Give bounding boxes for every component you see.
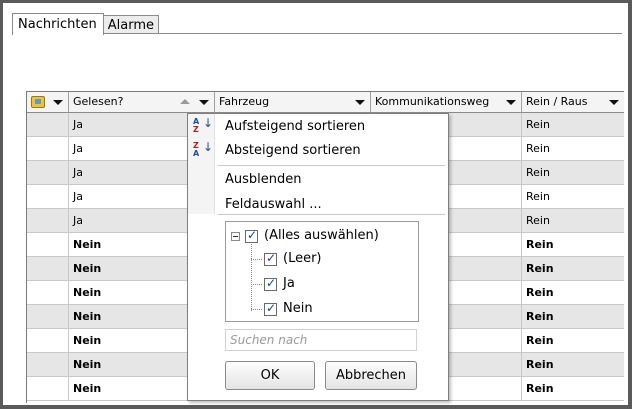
rein-raus-cell: Rein [522,377,624,401]
column-chooser-header[interactable] [27,92,69,113]
rein-raus-cell: Rein [522,233,624,257]
row-selector-cell [27,161,69,185]
rein-raus-cell: Rein [522,185,624,209]
filter-search-input[interactable]: Suchen nach [225,329,417,351]
column-header-label: Kommunikationsweg [375,95,490,108]
row-selector-cell [27,113,69,137]
column-header-label: Fahrzeug [219,95,270,108]
menu-item-label: Aufsteigend sortieren [225,119,366,134]
filter-checkbox-leer[interactable] [264,251,277,266]
cancel-button[interactable]: Abbrechen [325,361,417,390]
column-header-label: Rein / Raus [526,95,588,108]
filter-dropdown-icon[interactable] [355,100,365,105]
select-all-label: (Alles auswählen) [264,228,379,243]
tab-bar: Nachrichten Alarme [12,13,160,35]
row-selector-cell [27,185,69,209]
filter-item-label: Ja [283,276,295,291]
filter-checkbox-ja[interactable] [264,276,277,291]
rein-raus-cell: Rein [522,257,624,281]
hide-column-item[interactable]: Ausblenden [188,168,448,191]
column-header-fahrzeug[interactable]: Fahrzeug [215,92,371,113]
filter-item-label: (Leer) [283,251,322,266]
rein-raus-cell: Rein [522,161,624,185]
rein-raus-cell: Rein [522,113,624,137]
menu-item-label: Feldauswahl ... [225,197,322,212]
filter-checkbox-nein[interactable] [264,301,277,316]
rein-raus-cell: Rein [522,137,624,161]
filter-dropdown-icon[interactable] [506,100,516,105]
tree-line [251,259,262,260]
tree-line [251,284,262,285]
tab-alarme[interactable]: Alarme [103,15,160,34]
row-selector-cell [27,353,69,377]
row-selector-cell [27,257,69,281]
rein-raus-cell: Rein [522,329,624,353]
field-chooser-item[interactable]: Feldauswahl ... [188,193,448,216]
row-selector-cell [27,281,69,305]
column-filter-menu: A Z ↓ Aufsteigend sortieren Z A ↓ Absteigend… [187,113,449,401]
tab-nachrichten[interactable]: Nachrichten [12,13,104,35]
tree-line [251,309,262,310]
rein-raus-cell: Rein [522,305,624,329]
sort-descending-icon: Z A ↓ [193,140,214,158]
row-selector-cell [27,137,69,161]
ok-button[interactable]: OK [225,361,315,390]
row-selector-cell [27,209,69,233]
filter-dropdown-icon[interactable] [199,100,209,105]
column-header-rein-raus[interactable]: Rein / Raus [522,92,624,113]
sort-descending-item[interactable]: Z A ↓ Absteigend sortieren [188,139,448,162]
row-selector-cell [27,233,69,257]
menu-item-label: Ausblenden [225,172,302,187]
rein-raus-cell: Rein [522,353,624,377]
menu-separator [218,165,445,166]
row-selector-cell [27,377,69,401]
select-all-checkbox[interactable] [245,228,258,243]
sort-ascending-item[interactable]: A Z ↓ Aufsteigend sortieren [188,115,448,138]
sort-ascending-icon: A Z ↓ [193,116,214,134]
row-selector-cell [27,305,69,329]
rein-raus-cell: Rein [522,209,624,233]
filter-item-label: Nein [283,301,313,316]
sort-indicator-icon [180,99,190,104]
collapse-icon[interactable] [231,232,240,241]
menu-separator [218,214,445,215]
tree-line [251,244,252,311]
filter-dropdown-icon[interactable] [609,100,619,105]
rein-raus-cell: Rein [522,281,624,305]
column-header-label: Gelesen? [73,95,124,108]
menu-item-label: Absteigend sortieren [225,143,361,158]
column-chooser-icon [31,96,45,108]
row-selector-cell [27,329,69,353]
column-header-gelesen[interactable]: Gelesen? [69,92,215,113]
filter-value-list: (Alles auswählen) (Leer) Ja Nein [225,221,419,322]
chevron-down-icon[interactable] [53,100,63,105]
column-header-kommunikationsweg[interactable]: Kommunikationsweg [371,92,522,113]
